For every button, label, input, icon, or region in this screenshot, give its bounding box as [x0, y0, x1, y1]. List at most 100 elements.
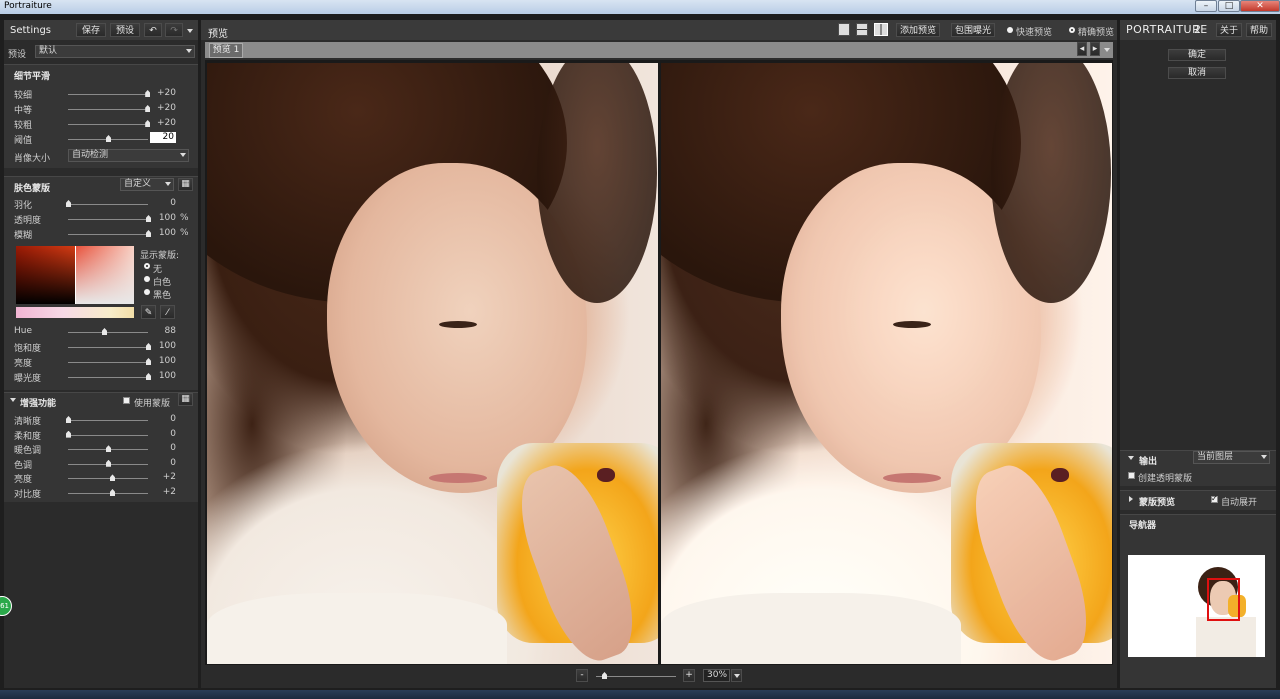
portrait-size-dropdown[interactable]: 自动检测 [68, 149, 189, 162]
taskbar [0, 690, 1280, 699]
quick-preview-radio[interactable] [1007, 27, 1013, 33]
expand-triangle-icon[interactable] [1129, 496, 1133, 502]
skin-exposure-slider-track[interactable] [68, 377, 148, 378]
center-preview-panel: 预览 添加预览 包围曝光 快速预览 精确预览 预览 1 ◂ ▸ - + 30% [201, 20, 1117, 688]
enhance-softness-label: 柔和度 [14, 431, 42, 442]
original-lips [429, 473, 487, 483]
output-dropdown[interactable]: 当前图层 [1193, 451, 1270, 464]
skin-brightness-slider-track[interactable] [68, 362, 148, 363]
add-preview-button[interactable]: 添加预览 [896, 23, 940, 37]
minimize-button[interactable]: – [1195, 0, 1217, 12]
skin-section-title: 肤色蒙版 [14, 184, 51, 194]
eyedropper-icon[interactable]: ✎ [141, 305, 156, 319]
color-field-dark[interactable] [16, 246, 76, 304]
tab-prev-icon[interactable]: ◂ [1077, 42, 1087, 56]
zoom-value-field[interactable]: 30% [703, 669, 730, 682]
skin-saturation-value: 100 [158, 341, 176, 351]
original-image[interactable] [207, 63, 658, 664]
use-mask-checkbox[interactable] [123, 397, 130, 404]
mask-option-radio[interactable] [144, 289, 150, 295]
preset-button[interactable]: 预设 [110, 23, 140, 37]
skin-saturation-slider-track[interactable] [68, 347, 148, 348]
auto-expand-checkbox[interactable] [1211, 494, 1218, 503]
detail-coarse-slider-track[interactable] [68, 124, 148, 125]
right-panel: PORTRAITURE 2 关于 帮助 确定 取消 输出 当前图层 创建透明蒙版… [1120, 20, 1276, 688]
portrait-size-label: 肖像大小 [14, 154, 51, 164]
cancel-button[interactable]: 取消 [1168, 67, 1226, 79]
chevron-down-icon [186, 49, 192, 53]
tab-next-icon[interactable]: ▸ [1090, 42, 1100, 56]
skin-feather-value: 0 [170, 198, 176, 208]
show-mask-label: 显示蒙版: [140, 251, 180, 261]
about-button[interactable]: 关于 [1216, 23, 1242, 37]
redo-icon[interactable]: ↷ [165, 23, 183, 37]
enhance-clarity-slider-track[interactable] [68, 420, 148, 421]
tab-menu-icon[interactable] [1104, 48, 1110, 52]
retouched-lips [883, 473, 941, 483]
skin-feather-label: 羽化 [14, 201, 33, 211]
quick-preview-label: 快速预览 [1016, 28, 1053, 38]
settings-menu-icon[interactable] [187, 29, 193, 33]
mask-option-label: 无 [153, 265, 163, 275]
use-mask-label: 使用蒙版 [134, 399, 171, 409]
undo-icon[interactable]: ↶ [144, 23, 162, 37]
zoom-slider-knob[interactable] [602, 672, 607, 679]
mask-option-radio[interactable] [144, 263, 150, 269]
color-field-light[interactable] [76, 246, 134, 304]
skin-tone-strip[interactable] [16, 307, 134, 318]
detail-coarse-label: 较粗 [14, 121, 33, 131]
chevron-down-icon [165, 182, 171, 186]
split-vertical-icon[interactable] [874, 23, 888, 36]
left-settings-panel: Settings 保存 预设 ↶ ↷ 预设 默认 细节平滑 肖像大小 自动检测 … [4, 20, 198, 688]
enhance-brightness-value: +2 [162, 472, 176, 483]
skin-feather-slider-track[interactable] [68, 204, 148, 205]
detail-medium-slider-track[interactable] [68, 109, 148, 110]
preview-title: 预览 [208, 29, 228, 40]
close-button[interactable]: ✕ [1240, 0, 1280, 12]
zoom-menu-button[interactable] [731, 669, 742, 682]
enhance-clarity-label: 清晰度 [14, 417, 42, 427]
preset-dropdown[interactable]: 默认 [35, 45, 195, 58]
tab-preview-1[interactable]: 预览 1 [209, 43, 243, 58]
grid-icon[interactable]: ▦ [178, 178, 193, 191]
grid-icon[interactable]: ▦ [178, 393, 193, 406]
skin-blur-value: 100 [158, 228, 176, 238]
detail-threshold-label: 阈值 [14, 136, 33, 146]
enhance-tint-label: 色调 [14, 460, 33, 471]
preset-label: 预设 [8, 50, 27, 60]
skin-opacity-slider-track[interactable] [68, 219, 148, 220]
skin-mode-dropdown[interactable]: 自定义 [120, 178, 174, 191]
help-button[interactable]: 帮助 [1246, 23, 1272, 37]
mask-option-radio[interactable] [144, 276, 150, 282]
create-mask-checkbox[interactable] [1128, 472, 1135, 479]
zoom-slider-track[interactable] [596, 676, 676, 677]
navigator-thumbnail[interactable] [1128, 555, 1265, 657]
split-horizontal-icon[interactable] [856, 23, 868, 36]
collapse-triangle-icon[interactable] [10, 398, 16, 402]
enhance-brightness-label: 亮度 [14, 475, 33, 486]
ok-button[interactable]: 确定 [1168, 49, 1226, 61]
single-view-icon[interactable] [838, 23, 850, 36]
maximize-button[interactable]: □ [1218, 0, 1240, 12]
collapse-triangle-icon[interactable] [1128, 456, 1134, 460]
skin-blur-slider-track[interactable] [68, 234, 148, 235]
zoom-in-button[interactable]: + [683, 669, 695, 682]
zoom-out-button[interactable]: - [576, 669, 588, 682]
enhance-softness-slider-track[interactable] [68, 434, 148, 436]
enhance-brightness-slider-track[interactable] [68, 478, 148, 480]
window-title: Portraiture [4, 1, 52, 11]
preset-value: 默认 [39, 46, 58, 56]
detail-fine-slider-track[interactable] [68, 94, 148, 95]
accurate-preview-radio[interactable] [1069, 27, 1075, 33]
eyedropper-minus-icon[interactable]: ⁄ [160, 305, 175, 319]
save-button[interactable]: 保存 [76, 23, 106, 37]
skin-hue-slider-track[interactable] [68, 332, 148, 333]
original-shirt [207, 593, 507, 664]
accurate-preview-label: 精确预览 [1078, 28, 1115, 38]
clip-exposure-button[interactable]: 包围曝光 [951, 23, 995, 37]
retouched-image[interactable] [661, 63, 1112, 664]
enhance-contrast-slider-track[interactable] [68, 493, 148, 494]
enhance-contrast-value: +2 [162, 487, 176, 497]
detail-threshold-value-input[interactable]: 20 [150, 132, 176, 143]
navigator-viewport-box[interactable] [1207, 578, 1240, 621]
